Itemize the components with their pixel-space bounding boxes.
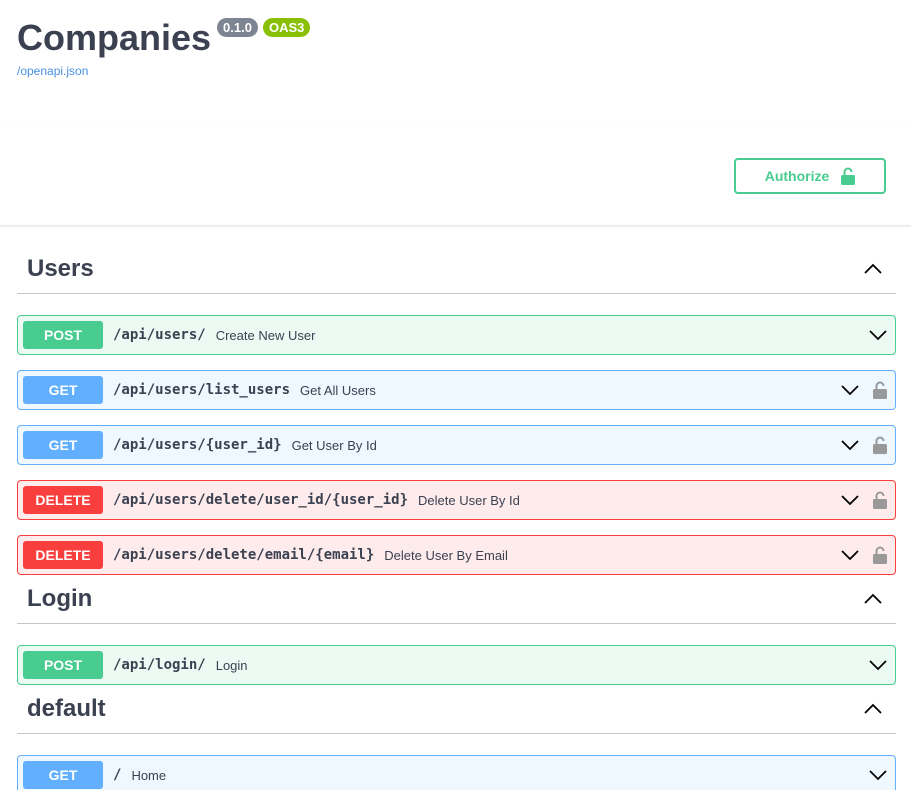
- tag-name: default: [27, 694, 106, 722]
- api-title: Companies: [17, 17, 212, 58]
- lock-icon[interactable]: [871, 489, 889, 511]
- scheme-container: Authorize: [0, 126, 911, 225]
- badges: 0.1.0 OAS3: [217, 18, 315, 37]
- chevron-down-icon[interactable]: [839, 434, 861, 456]
- operation-summary: Get All Users: [300, 382, 376, 398]
- method-badge: GET: [23, 761, 103, 789]
- operation-get-list-users[interactable]: GET /api/users/list_users Get All Users: [17, 370, 896, 410]
- operation-summary: Delete User By Email: [384, 547, 508, 563]
- title-row: Companies 0.1.0 OAS3: [17, 14, 897, 62]
- tag-name: Login: [27, 584, 93, 612]
- operation-controls: [839, 536, 889, 574]
- operation-post-login[interactable]: POST /api/login/ Login: [17, 645, 896, 685]
- operation-summary: Create New User: [215, 327, 316, 343]
- operation-path: /api/users/delete/email/{email}: [113, 547, 375, 563]
- operation-controls: [839, 426, 889, 464]
- operation-summary: Login: [215, 657, 248, 673]
- operation-get-user-by-id[interactable]: GET /api/users/{user_id} Get User By Id: [17, 425, 896, 465]
- method-badge: POST: [23, 321, 103, 349]
- api-info: Companies 0.1.0 OAS3 /openapi.json: [17, 14, 897, 78]
- authorize-button[interactable]: Authorize: [734, 158, 886, 194]
- operation-post-create-user[interactable]: POST /api/users/ Create New User: [17, 315, 896, 355]
- chevron-up-icon[interactable]: [860, 256, 886, 282]
- method-badge: POST: [23, 651, 103, 679]
- lock-icon[interactable]: [871, 379, 889, 401]
- chevron-down-icon[interactable]: [839, 379, 861, 401]
- chevron-down-icon[interactable]: [839, 544, 861, 566]
- operation-controls: [867, 316, 889, 354]
- unlock-icon: [841, 167, 856, 185]
- operation-path: /api/users/: [113, 327, 206, 343]
- operation-controls: [839, 371, 889, 409]
- operation-summary: Get User By Id: [291, 437, 377, 453]
- operation-path: /api/login/: [113, 657, 206, 673]
- oas-badge: OAS3: [262, 18, 311, 37]
- tag-header-users[interactable]: Users: [17, 244, 896, 294]
- tag-section-login: Login POST /api/login/ Login: [17, 574, 896, 685]
- operation-path: /api/users/delete/user_id/{user_id}: [113, 492, 409, 508]
- operation-path: /api/users/{user_id}: [113, 437, 282, 453]
- method-badge: GET: [23, 431, 103, 459]
- lock-icon[interactable]: [871, 544, 889, 566]
- method-badge: DELETE: [23, 486, 103, 514]
- operation-controls: [867, 756, 889, 790]
- operation-get-home[interactable]: GET / Home: [17, 755, 896, 790]
- operation-delete-user-by-email[interactable]: DELETE /api/users/delete/email/{email} D…: [17, 535, 896, 575]
- operation-path: /api/users/list_users: [113, 382, 291, 398]
- chevron-up-icon[interactable]: [860, 586, 886, 612]
- chevron-down-icon[interactable]: [867, 324, 889, 346]
- version-badge: 0.1.0: [217, 18, 258, 37]
- tag-header-default[interactable]: default: [17, 684, 896, 734]
- chevron-down-icon[interactable]: [839, 489, 861, 511]
- method-badge: GET: [23, 376, 103, 404]
- operation-path: /: [113, 767, 122, 783]
- operation-summary: Delete User By Id: [418, 492, 520, 508]
- chevron-down-icon[interactable]: [867, 654, 889, 676]
- operation-controls: [839, 481, 889, 519]
- method-badge: DELETE: [23, 541, 103, 569]
- authorize-label: Authorize: [764, 168, 830, 184]
- tag-section-default: default GET / Home: [17, 684, 896, 790]
- openapi-json-link[interactable]: /openapi.json: [17, 64, 897, 78]
- tag-name: Users: [27, 254, 94, 282]
- tag-section-users: Users POST /api/users/ Create New User G…: [17, 244, 896, 575]
- chevron-up-icon[interactable]: [860, 696, 886, 722]
- chevron-down-icon[interactable]: [867, 764, 889, 786]
- tag-header-login[interactable]: Login: [17, 574, 896, 624]
- lock-icon[interactable]: [871, 434, 889, 456]
- operation-summary: Home: [131, 767, 167, 783]
- operation-controls: [867, 646, 889, 684]
- operation-delete-user-by-id[interactable]: DELETE /api/users/delete/user_id/{user_i…: [17, 480, 896, 520]
